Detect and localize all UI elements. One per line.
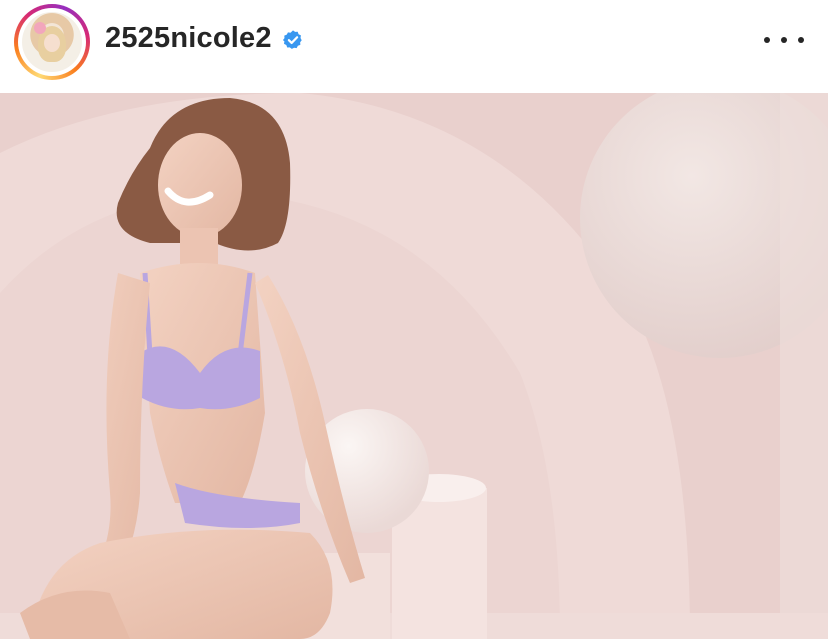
avatar[interactable] <box>22 12 82 72</box>
profile-avatar-story-ring[interactable] <box>14 4 90 80</box>
flower-crown-icon <box>34 22 46 34</box>
post-photo[interactable] <box>0 93 828 639</box>
post-image-illustration <box>0 93 828 639</box>
more-options-button[interactable] <box>764 30 804 50</box>
username-link[interactable]: 2525nicole2 <box>105 22 272 55</box>
more-options-icon <box>764 37 770 43</box>
verified-badge-icon <box>282 30 302 49</box>
post-header: 2525nicole2 <box>0 0 828 92</box>
